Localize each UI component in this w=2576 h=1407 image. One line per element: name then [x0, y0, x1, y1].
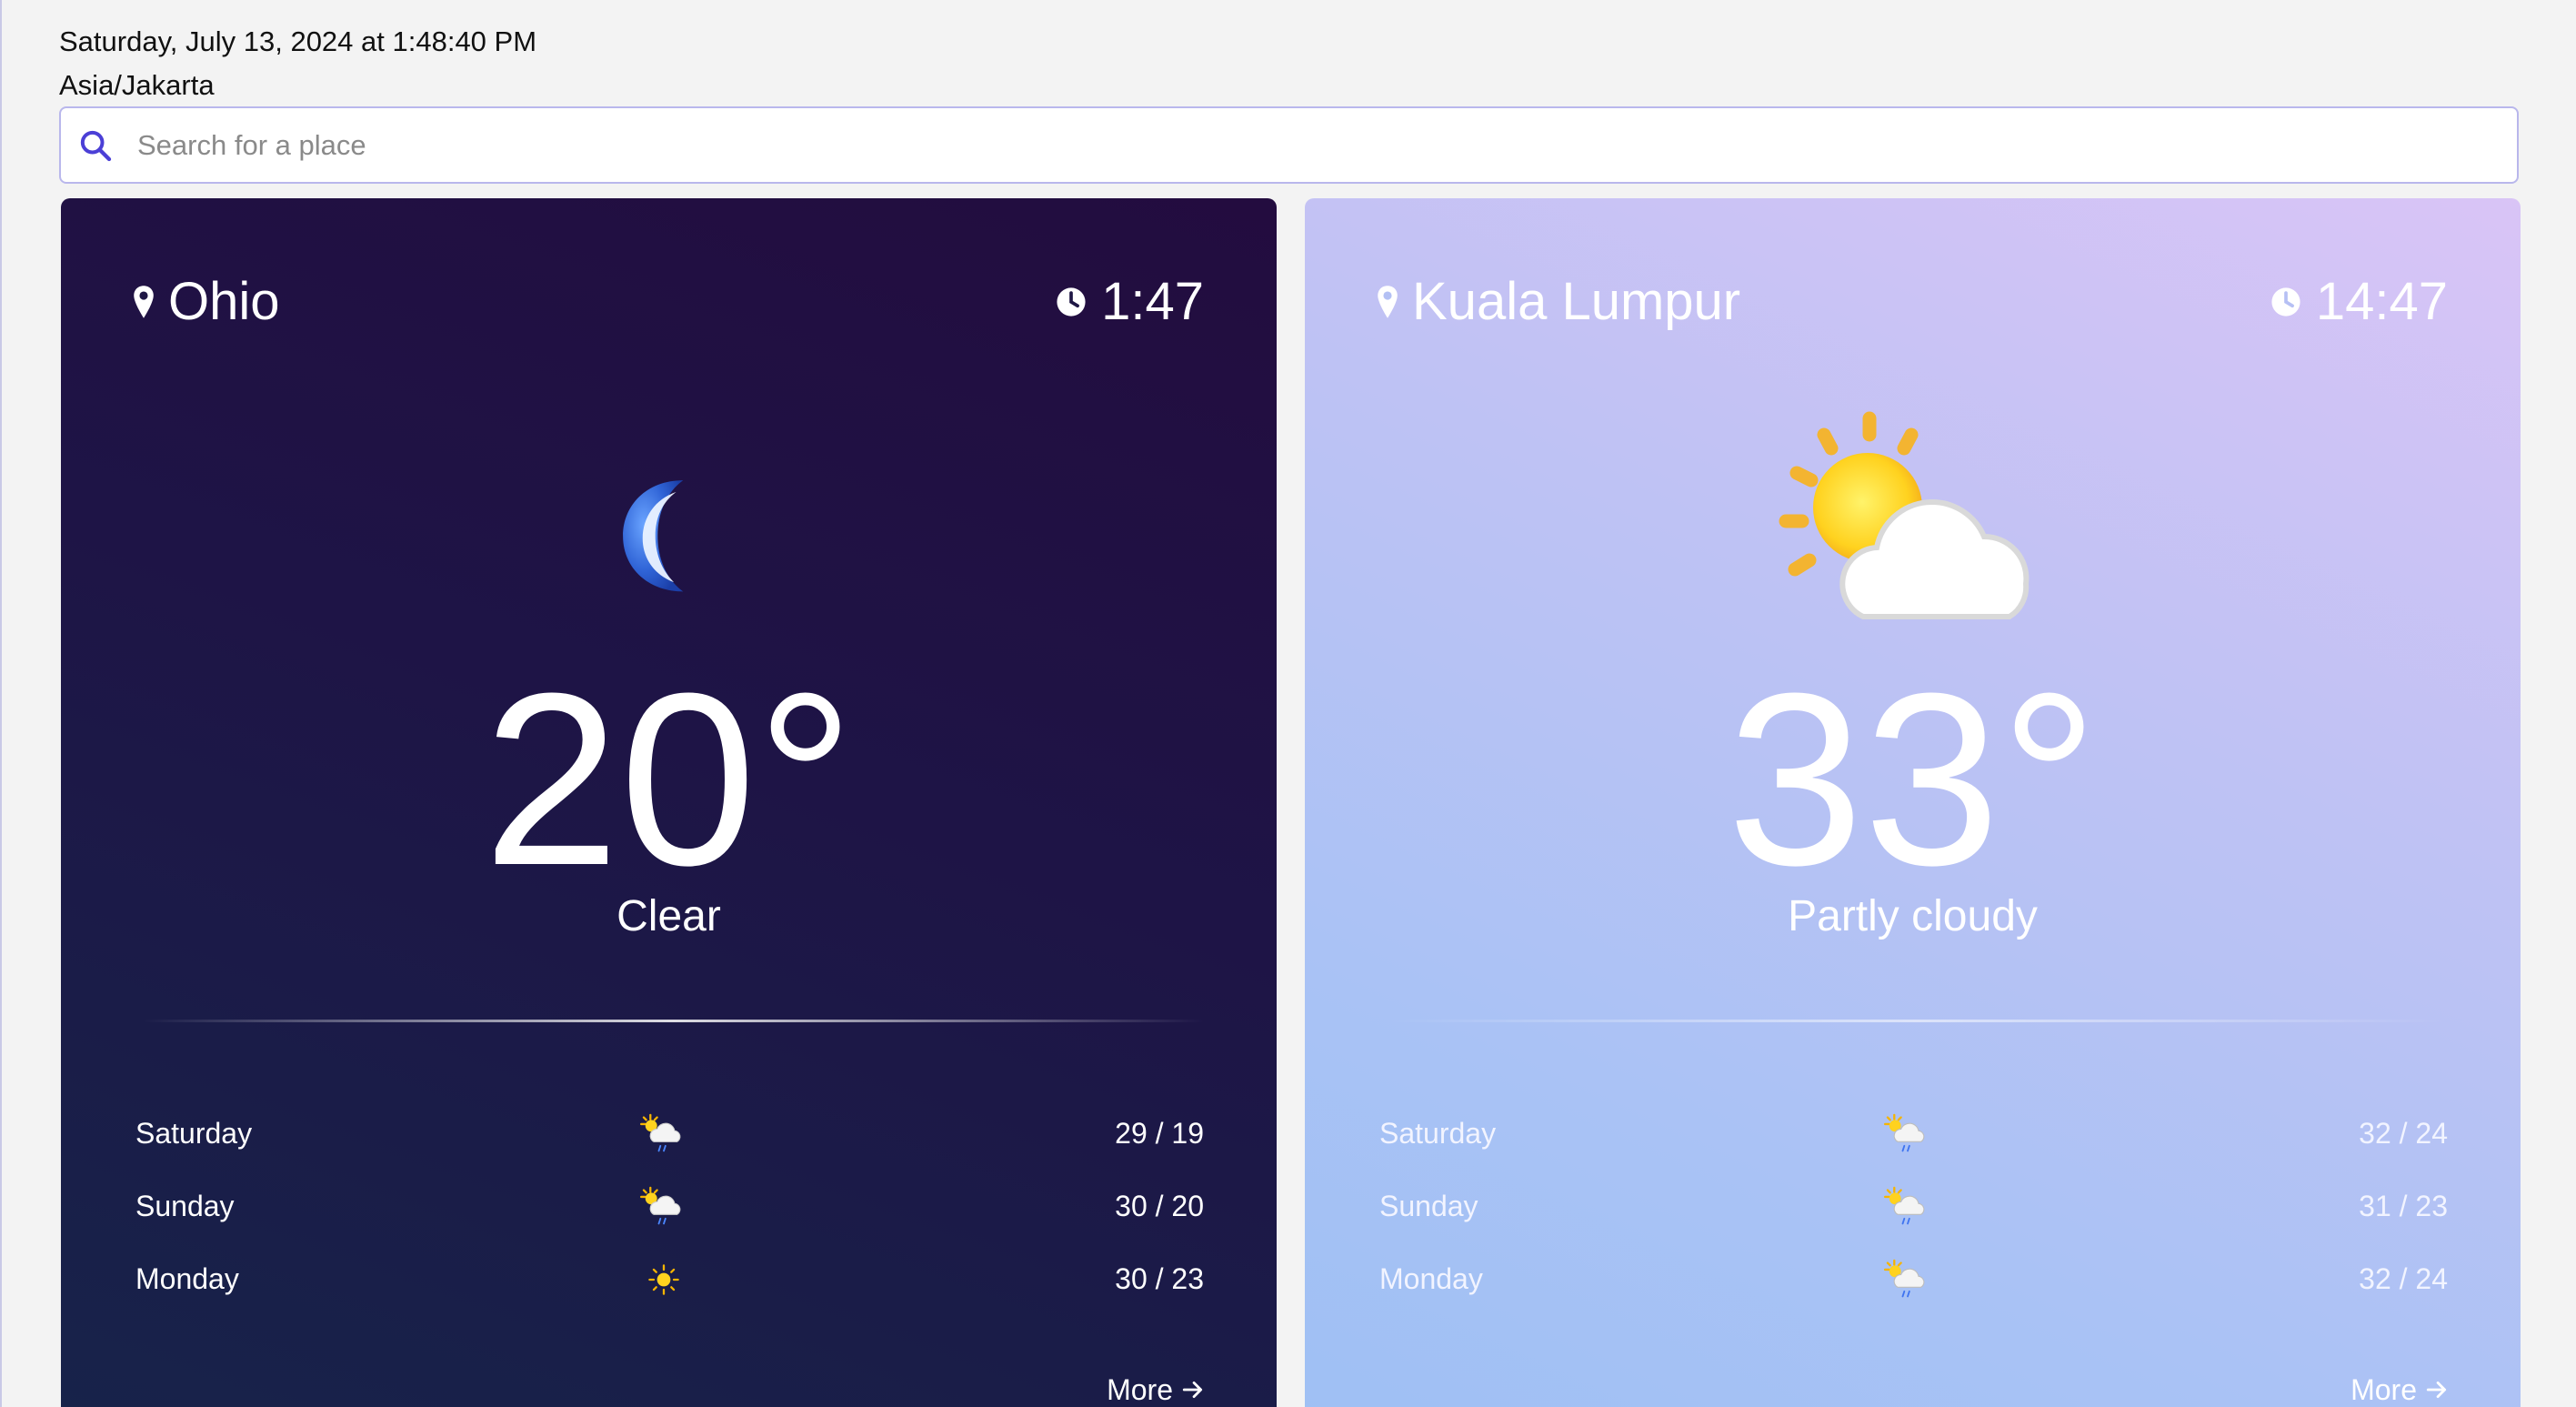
divider	[1387, 1020, 2448, 1022]
forecast-range: 32 / 24	[2359, 1262, 2448, 1295]
sun-icon	[648, 1264, 679, 1295]
partly-cloudy-icon	[1779, 411, 2029, 619]
forecast-row: Monday 32 / 24	[1379, 1242, 2448, 1315]
forecast-range: 32 / 24	[2359, 1117, 2448, 1150]
weather-app: Saturday, July 13, 2024 at 1:48:40 PM As…	[0, 0, 2576, 1407]
weather-card-ohio[interactable]: Ohio 1:47 20° Clear Saturday 29 / 19 Sun…	[61, 198, 1277, 1407]
temperature: 33°	[1727, 643, 2099, 917]
forecast-row: Sunday 30 / 20	[135, 1170, 1204, 1242]
location-pin-icon	[1378, 286, 1398, 318]
condition-label: Clear	[616, 892, 721, 940]
forecast-day: Sunday	[1379, 1190, 1478, 1222]
search-bar[interactable]	[59, 106, 2519, 184]
forecast-day: Monday	[135, 1262, 239, 1295]
forecast-day: Saturday	[135, 1117, 253, 1150]
more-link[interactable]: More	[1107, 1372, 1206, 1407]
forecast-row: Saturday 29 / 19	[135, 1097, 1204, 1170]
search-icon[interactable]	[77, 127, 114, 164]
forecast-row: Saturday 32 / 24	[1379, 1097, 2448, 1170]
forecast-day: Saturday	[1379, 1117, 1497, 1150]
forecast-day: Monday	[1379, 1262, 1483, 1295]
arrow-right-icon	[1182, 1382, 1203, 1398]
forecast-row: Sunday 31 / 23	[1379, 1170, 2448, 1242]
sun-cloud-rain-icon	[640, 1113, 681, 1152]
location-name: Ohio	[168, 272, 280, 331]
local-time: 14:47	[2270, 271, 2448, 333]
temperature: 20°	[483, 643, 855, 917]
sun-cloud-rain-icon	[640, 1186, 681, 1225]
sun-cloud-rain-icon	[1884, 1113, 1925, 1152]
local-time-value: 1:47	[1101, 272, 1204, 331]
condition-label: Partly cloudy	[1788, 892, 2038, 940]
sun-cloud-rain-icon	[1884, 1259, 1925, 1298]
location-name: Kuala Lumpur	[1412, 272, 1741, 331]
search-input[interactable]	[137, 128, 2517, 162]
forecast-range: 29 / 19	[1115, 1117, 1204, 1150]
forecast-range: 31 / 23	[2359, 1190, 2448, 1222]
divider	[143, 1020, 1204, 1022]
clock-icon	[1057, 287, 1086, 317]
forecast-range: 30 / 23	[1115, 1262, 1204, 1295]
arrow-right-icon	[2426, 1382, 2447, 1398]
more-label: More	[2350, 1373, 2417, 1406]
local-time-value: 14:47	[2315, 272, 2448, 331]
more-label: More	[1107, 1373, 1173, 1406]
more-link[interactable]: More	[2350, 1372, 2450, 1407]
current-datetime: Saturday, July 13, 2024 at 1:48:40 PM	[59, 25, 537, 57]
forecast-row: Monday 30 / 23	[135, 1242, 1204, 1315]
location-pin-icon	[134, 286, 154, 318]
forecast-list: Saturday 29 / 19 Sunday 30 / 20 Monday 3…	[135, 1097, 1204, 1315]
forecast-day: Sunday	[135, 1190, 235, 1222]
location: Kuala Lumpur	[1376, 271, 1740, 333]
local-time: 1:47	[1056, 271, 1204, 333]
sun-cloud-rain-icon	[1884, 1186, 1925, 1225]
weather-card-kuala-lumpur[interactable]: Kuala Lumpur 14:47 33° Partly cloudy Sat…	[1305, 198, 2521, 1407]
location: Ohio	[132, 271, 280, 333]
timezone-label: Asia/Jakarta	[59, 69, 215, 101]
forecast-range: 30 / 20	[1115, 1190, 1204, 1222]
clock-icon	[2271, 287, 2300, 317]
forecast-list: Saturday 32 / 24 Sunday 31 / 23 Monday 3…	[1379, 1097, 2448, 1315]
moon-icon	[622, 480, 683, 592]
